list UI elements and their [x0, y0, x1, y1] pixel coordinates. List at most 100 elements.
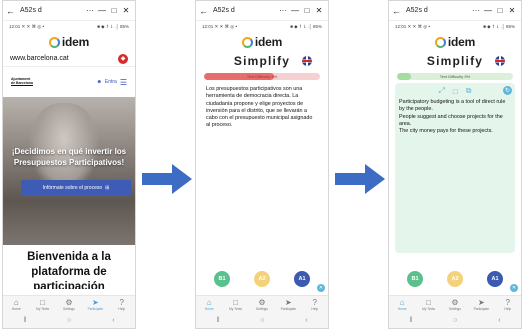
more-button[interactable]: ···	[470, 6, 482, 15]
simplified-line: Participatory budgeting is a tool of dir…	[399, 99, 506, 113]
info-process-button[interactable]: Infórmate sobre el proceso ⊞	[21, 180, 131, 195]
help-icon: ?	[312, 298, 317, 307]
share-icon[interactable]: ⧉	[466, 86, 472, 96]
site-logo[interactable]: Ajuntament de Barcelona	[11, 77, 33, 87]
copy-icon[interactable]: □	[453, 87, 458, 96]
phone-simplify-result: ← A52s d ··· — □ ✕ 12:01 ✕ ✕ ⌘ ◎ • ■ ◆ ↿…	[388, 0, 522, 329]
maximize-button[interactable]: □	[108, 6, 120, 15]
status-bar: 12:01 ✕ ✕ ⌘ ◎ • ■ ◆ ↿⇂ .│ 85%	[196, 21, 328, 33]
url-text: www.barcelona.cat	[10, 55, 69, 62]
recents-icon[interactable]: ‖	[409, 317, 412, 324]
app-header: idem	[196, 33, 328, 51]
nav-home[interactable]: ⌂ Home	[391, 298, 413, 311]
level-selector: B1 A2 A1	[204, 271, 320, 287]
status-indicators: ■ ◆ ↿⇂ .│ 85%	[483, 24, 515, 29]
window-titlebar: ← A52s d ··· — □ ✕	[196, 1, 328, 21]
level-a1-button[interactable]: A1	[294, 271, 310, 287]
app-name: idem	[447, 35, 476, 49]
app-name: idem	[61, 35, 90, 49]
recents-icon[interactable]: ‖	[23, 317, 26, 324]
uk-flag-icon[interactable]	[495, 56, 505, 66]
hamburger-menu-icon[interactable]: ☰	[120, 78, 127, 87]
back-arrow-icon[interactable]: ←	[392, 6, 402, 16]
simplified-text[interactable]: Participatory budgeting is a tool of dir…	[395, 99, 515, 135]
send-icon: ➤	[478, 298, 485, 307]
more-button[interactable]: ···	[277, 6, 289, 15]
back-arrow-icon[interactable]: ←	[6, 6, 16, 16]
gear-icon: ⚙	[451, 298, 459, 307]
nav-participate[interactable]: ➤ Participate	[277, 298, 299, 311]
flow-arrow-icon	[142, 164, 192, 194]
level-a1-button[interactable]: A1	[487, 271, 503, 287]
shield-icon[interactable]: ◆	[118, 53, 128, 64]
app-name: idem	[254, 35, 283, 49]
close-icon[interactable]: ✕	[317, 284, 325, 292]
recents-icon[interactable]: ‖	[216, 317, 219, 324]
nav-help[interactable]: ? Help	[111, 298, 133, 311]
page-title: Simplify	[426, 54, 484, 68]
home-circle-icon[interactable]: ○	[260, 317, 264, 324]
gear-icon: ⚙	[258, 298, 266, 307]
status-time: 12:01 ✕ ✕ ⌘ ◎ •	[202, 24, 238, 29]
minimize-button[interactable]: —	[482, 6, 494, 15]
hero-headline: ¡Decidimos en qué invertir los Presupues…	[11, 147, 127, 167]
system-back-icon[interactable]: ‹	[112, 317, 114, 324]
system-back-icon[interactable]: ‹	[305, 317, 307, 324]
window-titlebar: ← A52s d ··· — □ ✕	[389, 1, 521, 21]
document-icon: □	[40, 298, 45, 307]
uk-flag-icon[interactable]	[302, 56, 312, 66]
window-title: A52s d	[406, 7, 428, 14]
expand-icon[interactable]: ⤢	[439, 86, 445, 96]
bottom-nav: ⌂ Home □ My Texts ⚙ Settings ➤ Participate ?…	[196, 295, 328, 313]
minimize-button[interactable]: —	[96, 6, 108, 15]
nav-home[interactable]: ⌂ Home	[5, 298, 27, 311]
help-icon: ?	[505, 298, 510, 307]
status-bar: 12:01 ✕ ✕ ⌘ ◎ • ■ ◆ ↿⇂ .│ 85%	[3, 21, 135, 33]
nav-help[interactable]: ? Help	[304, 298, 326, 311]
back-arrow-icon[interactable]: ←	[199, 6, 209, 16]
level-b1-button[interactable]: B1	[407, 271, 423, 287]
status-time: 12:01 ✕ ✕ ⌘ ◎ •	[9, 24, 45, 29]
minimize-button[interactable]: —	[289, 6, 301, 15]
nav-home[interactable]: ⌂ Home	[198, 298, 220, 311]
maximize-button[interactable]: □	[301, 6, 313, 15]
close-button[interactable]: ✕	[313, 6, 325, 15]
level-a2-button[interactable]: A2	[254, 271, 270, 287]
nav-participate[interactable]: ➤ Participate	[470, 298, 492, 311]
bottom-nav: ⌂ Home □ My Texts ⚙ Settings ➤ Participate ?…	[3, 295, 135, 313]
nav-settings[interactable]: ⚙ Settings	[251, 298, 273, 311]
maximize-button[interactable]: □	[494, 6, 506, 15]
original-text[interactable]: Los presupuestos participativos son una …	[202, 86, 322, 130]
level-b1-button[interactable]: B1	[214, 271, 230, 287]
nav-my-texts[interactable]: □ My Texts	[32, 298, 54, 311]
site-header: Ajuntament de Barcelona ☻ Entra ☰	[3, 67, 135, 97]
system-back-icon[interactable]: ‹	[498, 317, 500, 324]
site-actions: ☻ Entra ☰	[97, 78, 127, 87]
refresh-icon[interactable]: ↻	[503, 86, 512, 95]
url-bar[interactable]: www.barcelona.cat ◆	[3, 51, 135, 67]
login-link[interactable]: Entra	[105, 79, 117, 85]
nav-my-texts[interactable]: □ My Texts	[225, 298, 247, 311]
nav-settings[interactable]: ⚙ Settings	[58, 298, 80, 311]
close-button[interactable]: ✕	[120, 6, 132, 15]
nav-settings[interactable]: ⚙ Settings	[444, 298, 466, 311]
home-circle-icon[interactable]: ○	[67, 317, 71, 324]
system-nav: ‖ ○ ‹	[389, 313, 521, 328]
more-button[interactable]: ···	[84, 6, 96, 15]
home-circle-icon[interactable]: ○	[453, 317, 457, 324]
home-icon: ⌂	[206, 298, 212, 307]
nav-participate[interactable]: ➤ Participate	[84, 298, 106, 311]
close-button[interactable]: ✕	[506, 6, 518, 15]
status-indicators: ■ ◆ ↿⇂ .│ 85%	[97, 24, 129, 29]
close-icon[interactable]: ✕	[510, 284, 518, 292]
help-icon: ?	[119, 298, 124, 307]
level-a2-button[interactable]: A2	[447, 271, 463, 287]
nav-help[interactable]: ? Help	[497, 298, 519, 311]
text-panel: Los presupuestos participativos son una …	[202, 86, 322, 256]
window-title: A52s d	[213, 7, 235, 14]
document-icon: □	[233, 298, 238, 307]
nav-my-texts[interactable]: □ My Texts	[418, 298, 440, 311]
status-time: 12:01 ✕ ✕ ⌘ ◎ •	[395, 24, 431, 29]
window-title: A52s d	[20, 7, 42, 14]
user-icon[interactable]: ☻	[97, 79, 102, 85]
